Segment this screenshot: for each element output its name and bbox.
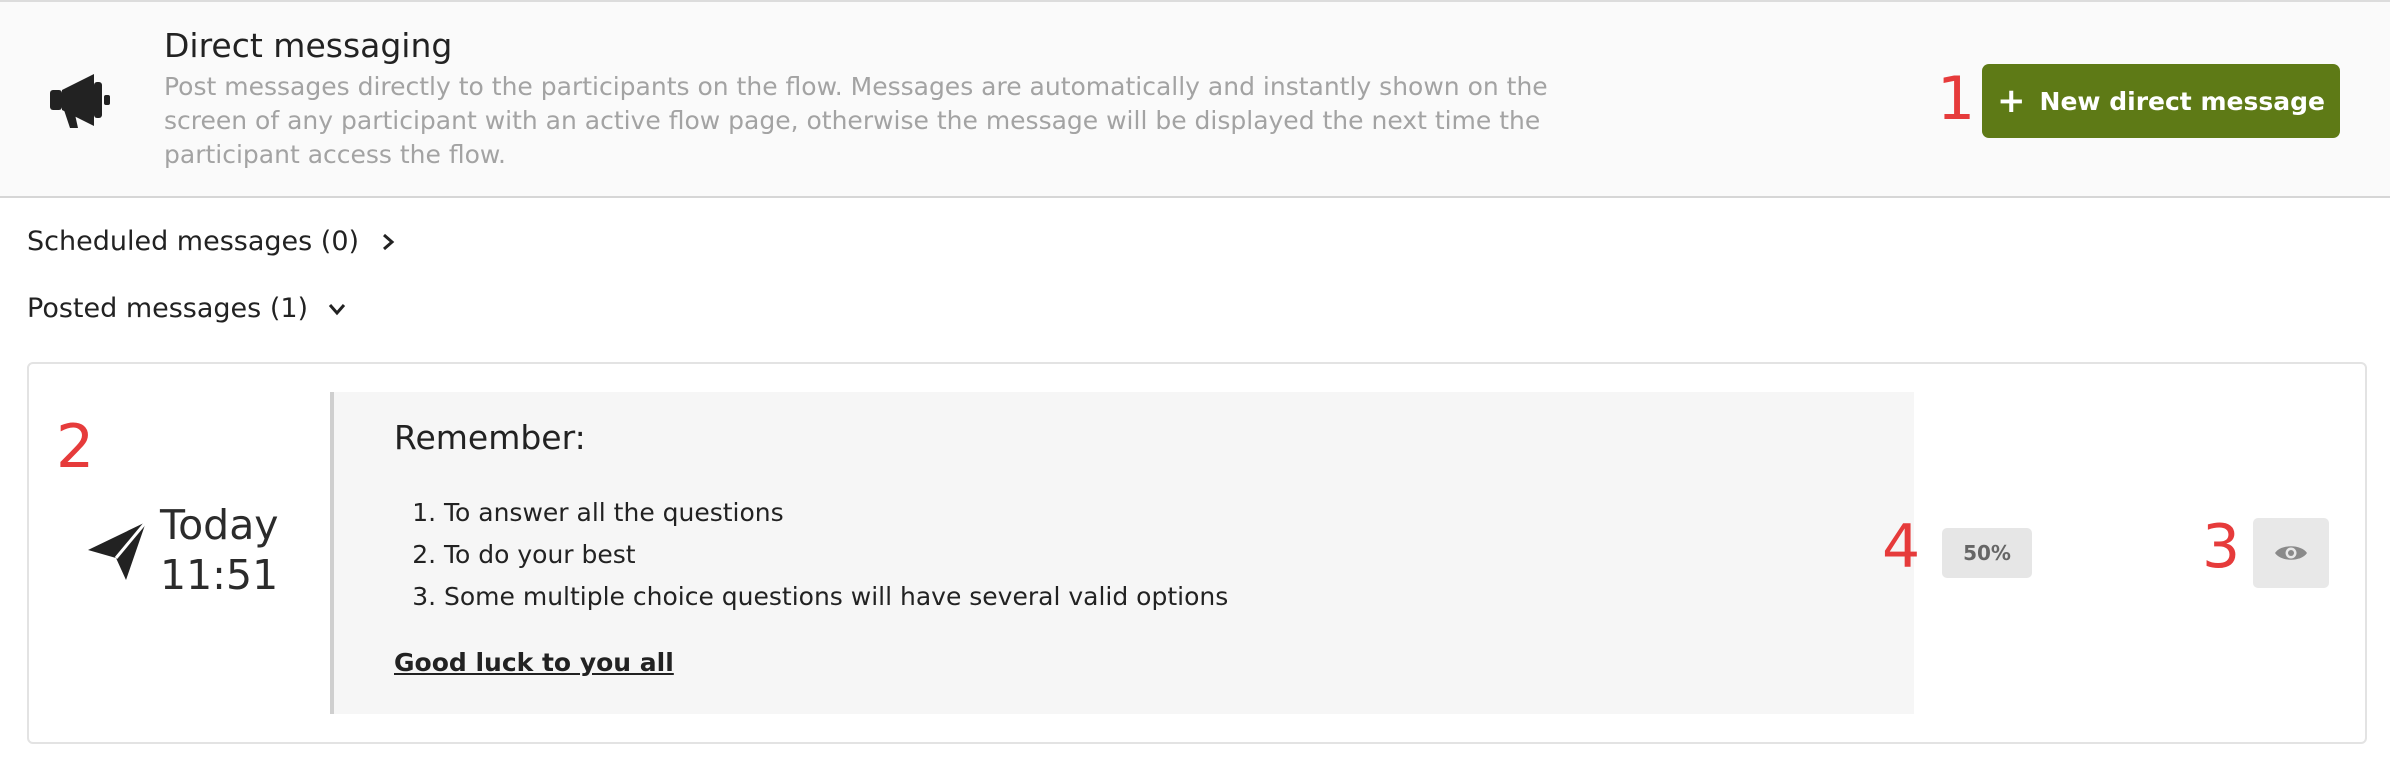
chevron-down-icon bbox=[328, 303, 346, 315]
new-direct-message-button[interactable]: + New direct message bbox=[1982, 64, 2340, 138]
list-item: Some multiple choice questions will have… bbox=[444, 576, 1228, 618]
new-direct-message-label: New direct message bbox=[2039, 86, 2325, 116]
chevron-right-icon bbox=[383, 233, 395, 250]
page-description: Post messages directly to the participan… bbox=[164, 72, 1548, 169]
message-time: 11:51 bbox=[160, 551, 279, 599]
list-item: To do your best bbox=[444, 534, 1228, 576]
plus-icon: + bbox=[1997, 81, 2026, 121]
message-timestamp: Today 11:51 bbox=[160, 500, 279, 600]
annotation-marker-4: 4 bbox=[1882, 512, 1921, 582]
message-content: Remember: To answer all the questions To… bbox=[330, 392, 1914, 714]
message-footer: Good luck to you all bbox=[394, 648, 674, 677]
scheduled-messages-toggle[interactable]: Scheduled messages (0) bbox=[27, 226, 399, 257]
header-bar: Direct messaging Post messages directly … bbox=[0, 0, 2390, 198]
posted-messages-label: Posted messages (1) bbox=[27, 293, 309, 324]
paper-plane-icon bbox=[88, 521, 148, 580]
annotation-marker-2: 2 bbox=[56, 412, 95, 482]
view-message-button[interactable] bbox=[2253, 518, 2329, 588]
message-list: To answer all the questions To do your b… bbox=[394, 492, 1228, 618]
annotation-marker-1: 1 bbox=[1937, 64, 1976, 134]
read-percentage-badge: 50% bbox=[1942, 528, 2032, 578]
eye-icon bbox=[2275, 546, 2307, 560]
message-day: Today bbox=[160, 501, 279, 549]
scheduled-messages-label: Scheduled messages (0) bbox=[27, 226, 360, 257]
megaphone-icon bbox=[50, 74, 110, 128]
posted-messages-toggle[interactable]: Posted messages (1) bbox=[27, 293, 348, 324]
message-title: Remember: bbox=[394, 418, 586, 457]
page-title: Direct messaging bbox=[164, 26, 453, 65]
list-item: To answer all the questions bbox=[444, 492, 1228, 534]
annotation-marker-3: 3 bbox=[2202, 512, 2241, 582]
